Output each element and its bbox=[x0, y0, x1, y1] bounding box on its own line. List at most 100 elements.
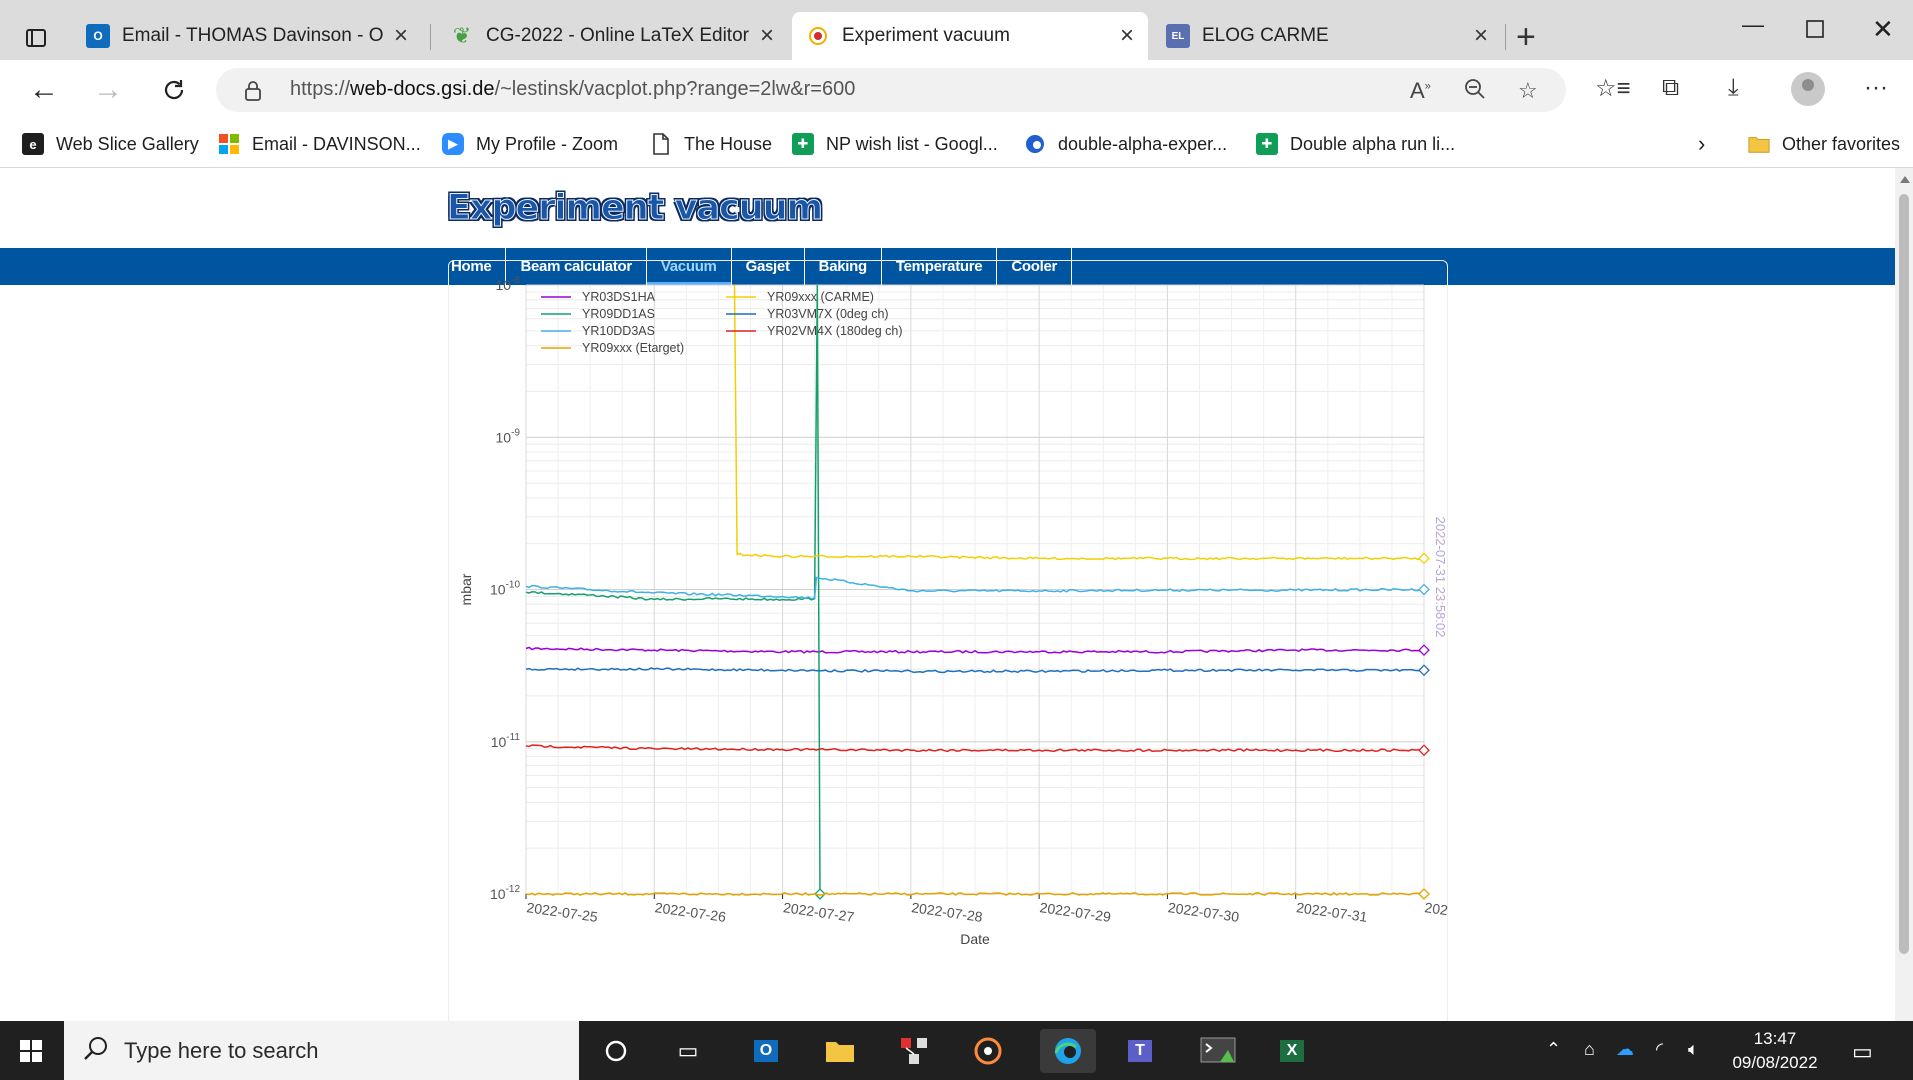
address-bar[interactable]: https://web-docs.gsi.de/~lestinsk/vacplo… bbox=[216, 68, 1566, 112]
y-tick-label: 10-12 bbox=[490, 884, 520, 902]
outlook-icon: O bbox=[86, 24, 110, 48]
scroll-up-icon[interactable] bbox=[1900, 176, 1910, 183]
site-logo[interactable]: Experiment vacuum bbox=[446, 188, 823, 229]
favorite-zoom[interactable]: ▶ My Profile - Zoom bbox=[442, 128, 618, 160]
tab-experiment-vacuum[interactable]: Experiment vacuum × bbox=[792, 12, 1148, 60]
x-tick-label: 202 bbox=[1424, 899, 1449, 918]
tab-separator bbox=[430, 24, 431, 50]
favorite-double-alpha-exper[interactable]: double-alpha-exper... bbox=[1024, 128, 1227, 160]
favorite-email[interactable]: Email - DAVINSON... bbox=[218, 128, 421, 160]
close-tab-icon[interactable]: × bbox=[1120, 22, 1134, 50]
tab-email[interactable]: O Email - THOMAS Davinson - Out × bbox=[72, 12, 422, 60]
tab-overleaf[interactable]: ❦ CG-2022 - Online LaTeX Editor O × bbox=[436, 12, 788, 60]
vacuum-chart[interactable]: 10-8 10-9 10-10 10-11 10-12 2022-07-25 2022-07… bbox=[449, 261, 1449, 1021]
maximize-icon[interactable] bbox=[1806, 18, 1824, 44]
windows-start-icon[interactable] bbox=[0, 1021, 62, 1080]
back-icon[interactable]: ← bbox=[24, 70, 64, 110]
document-icon bbox=[650, 133, 672, 155]
microsoft-icon bbox=[218, 133, 240, 155]
legend-entry[interactable]: YR09DD1AS bbox=[582, 307, 655, 321]
taskbar-search[interactable]: Type here to search bbox=[64, 1021, 579, 1080]
legend-entry[interactable]: YR10DD3AS bbox=[582, 324, 655, 338]
show-hidden-icons-icon[interactable]: ⌃ bbox=[1546, 1039, 1561, 1060]
volume-icon[interactable]: 🔈︎ bbox=[1688, 1039, 1699, 1060]
page-scrollbar[interactable] bbox=[1895, 168, 1913, 1021]
minimize-icon[interactable]: — bbox=[1742, 12, 1764, 38]
web-slice-icon: e bbox=[22, 133, 44, 155]
media-app-icon[interactable] bbox=[966, 1029, 1010, 1073]
network-status-icon[interactable]: ⌂ bbox=[1584, 1039, 1595, 1060]
teams-icon[interactable]: T bbox=[1118, 1029, 1162, 1073]
legend-entry[interactable]: YR09xxx (CARME) bbox=[767, 290, 874, 304]
add-favorite-icon[interactable]: ☆ bbox=[1518, 78, 1538, 104]
zoom-icon: ▶ bbox=[442, 133, 464, 155]
taskbar-clock[interactable]: 13:47 09/08/2022 bbox=[1720, 1027, 1830, 1075]
favorite-double-alpha-run[interactable]: ✚ Double alpha run li... bbox=[1256, 128, 1455, 160]
task-view-icon[interactable]: ▭ bbox=[666, 1029, 710, 1073]
excel-icon[interactable]: X bbox=[1270, 1029, 1314, 1073]
wifi-icon[interactable]: ◜ bbox=[1656, 1039, 1663, 1060]
url-text[interactable]: https://web-docs.gsi.de/~lestinsk/vacplo… bbox=[290, 78, 855, 101]
other-favorites[interactable]: Other favorites bbox=[1748, 128, 1900, 160]
favorite-web-slice-gallery[interactable]: e Web Slice Gallery bbox=[22, 128, 199, 160]
downloads-icon[interactable]: ⤓ bbox=[1728, 74, 1739, 102]
google-sheets-icon: ✚ bbox=[1256, 133, 1278, 155]
legend-entry[interactable]: YR03DS1HA bbox=[582, 290, 656, 304]
x-tick-label: 2022-07-30 bbox=[1167, 899, 1240, 925]
web-page: Experiment vacuum Home Beam calculator Vac… bbox=[0, 168, 1895, 1021]
edge-app-icon[interactable] bbox=[1040, 1029, 1096, 1073]
x-axis-label: Date bbox=[960, 931, 990, 947]
gsi-icon bbox=[806, 24, 830, 48]
search-icon bbox=[82, 1035, 110, 1068]
more-options-icon[interactable]: ··· bbox=[1864, 74, 1888, 102]
tab-actions-icon[interactable] bbox=[18, 20, 54, 56]
favorite-np-wish-list[interactable]: ✚ NP wish list - Googl... bbox=[792, 128, 998, 160]
cursor-timestamp-label: 2022-07-31 23:58:02 bbox=[1433, 517, 1448, 638]
favorite-the-house[interactable]: The House bbox=[650, 128, 772, 160]
profile-avatar[interactable] bbox=[1791, 72, 1825, 106]
tab-title: Email - THOMAS Davinson - Out bbox=[122, 25, 384, 46]
chevron-right-icon[interactable]: › bbox=[1698, 128, 1705, 160]
favorites-bar: e Web Slice Gallery Email - DAVINSON... … bbox=[0, 120, 1913, 168]
lock-icon[interactable] bbox=[244, 80, 262, 107]
y-tick-label: 10-11 bbox=[491, 732, 521, 750]
overleaf-icon: ❦ bbox=[452, 23, 472, 48]
zoom-out-icon[interactable] bbox=[1464, 78, 1486, 106]
network-tool-icon[interactable] bbox=[892, 1029, 936, 1073]
tab-elog[interactable]: EL ELOG CARME × bbox=[1152, 12, 1502, 60]
close-window-icon[interactable]: ✕ bbox=[1872, 14, 1894, 45]
x-tick-label: 2022-07-29 bbox=[1039, 899, 1112, 925]
tab-title: ELOG CARME bbox=[1202, 25, 1329, 46]
tab-strip: O Email - THOMAS Davinson - Out × ❦ CG-2… bbox=[0, 0, 1913, 60]
new-tab-icon[interactable]: + bbox=[1516, 18, 1536, 57]
close-tab-icon[interactable]: × bbox=[760, 22, 774, 50]
close-tab-icon[interactable]: × bbox=[1474, 22, 1488, 50]
tab-separator bbox=[1505, 24, 1506, 50]
google-sheets-icon: ✚ bbox=[792, 133, 814, 155]
legend-entry[interactable]: YR09xxx (Etarget) bbox=[582, 341, 684, 355]
edge-icon bbox=[1024, 133, 1046, 155]
outlook-app-icon[interactable]: O bbox=[744, 1029, 788, 1073]
refresh-icon[interactable] bbox=[154, 70, 194, 110]
cortana-icon[interactable] bbox=[594, 1029, 638, 1073]
clock-date: 09/08/2022 bbox=[1732, 1053, 1818, 1072]
browser-toolbar: ← → https://web-docs.gsi.de/~lestinsk/va… bbox=[0, 60, 1913, 120]
folder-icon bbox=[1748, 133, 1770, 155]
y-tick-label: 10-8 bbox=[496, 275, 521, 293]
legend-entry[interactable]: YR02VM4X (180deg ch) bbox=[767, 324, 903, 338]
x-tick-label: 2022-07-27 bbox=[782, 899, 855, 925]
onedrive-icon[interactable]: ☁ bbox=[1616, 1039, 1634, 1060]
y-tick-label: 10-10 bbox=[490, 580, 520, 598]
collections-icon[interactable]: ⧉ bbox=[1662, 74, 1679, 102]
file-explorer-icon[interactable] bbox=[818, 1029, 862, 1073]
legend-entry[interactable]: YR03VM7X (0deg ch) bbox=[767, 307, 889, 321]
read-aloud-icon[interactable]: A» bbox=[1410, 78, 1431, 104]
x-tick-label: 2022-07-28 bbox=[910, 899, 983, 925]
scroll-thumb[interactable] bbox=[1899, 194, 1909, 954]
close-tab-icon[interactable]: × bbox=[394, 22, 408, 50]
clock-time: 13:47 bbox=[1753, 1029, 1797, 1048]
terminal-app-icon[interactable] bbox=[1192, 1029, 1244, 1073]
notifications-icon[interactable]: ▭ bbox=[1852, 1039, 1873, 1065]
forward-icon[interactable]: → bbox=[88, 70, 128, 110]
favorites-icon[interactable]: ☆≡ bbox=[1595, 74, 1631, 103]
